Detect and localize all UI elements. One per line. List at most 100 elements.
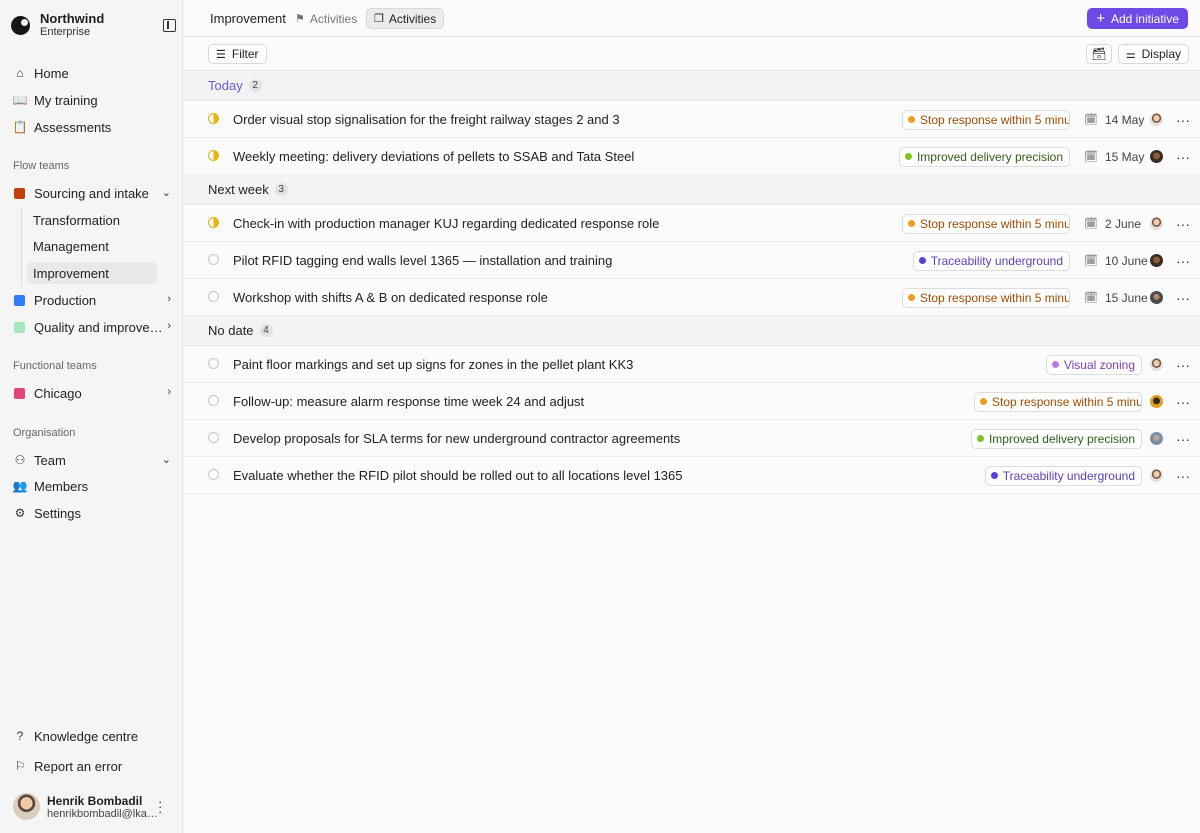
sidebar-item-team[interactable]: ⚇ Team ⌄ [13,449,173,471]
initiative-tag[interactable]: Stop response within 5 minutes [902,213,1070,234]
avatar[interactable] [1150,358,1163,371]
add-initiative-button[interactable]: + Add initiative [1087,8,1188,29]
report-error-link[interactable]: ⚐ Report an error [13,755,173,777]
initiative-tag[interactable]: Traceability underground [912,250,1070,271]
avatar[interactable] [1150,395,1163,408]
chevron-down-icon[interactable]: ⌄ [162,453,171,466]
sidebar-item-label: Quality and improve… [34,319,163,335]
avatar[interactable] [1150,113,1163,126]
more-icon[interactable]: ··· [1176,113,1190,127]
list-item[interactable]: Pilot RFID tagging end walls level 1365 … [184,242,1200,279]
chevron-right-icon[interactable]: › [167,320,171,332]
tag-label: Improved delivery precision [916,149,1063,164]
more-icon[interactable]: ··· [1176,358,1190,372]
initiative-tag[interactable]: Traceability underground [984,465,1142,486]
avatar[interactable] [1150,432,1163,445]
user-menu-kebab-icon[interactable]: · · · [158,795,162,818]
filter-button[interactable]: ☰ Filter [208,44,267,64]
chevron-right-icon[interactable]: › [167,293,171,305]
tag-label: Traceability underground [930,253,1063,268]
due-date-label: 2 June [1104,216,1141,231]
avatar[interactable] [1150,291,1163,304]
more-icon[interactable]: ··· [1176,432,1190,446]
list-item[interactable]: Check-in with production manager KUJ reg… [184,205,1200,242]
more-icon[interactable]: ··· [1176,254,1190,268]
sidebar-item-members[interactable]: 👥 Members [13,475,173,497]
sidebar-item-transformation[interactable]: Transformation [27,209,157,231]
status-todo-icon[interactable] [208,432,219,443]
item-title: Weekly meeting: delivery deviations of p… [233,148,635,164]
sidebar-item-production[interactable]: Production › [13,289,173,311]
filter-icon: ☰ [216,48,226,61]
more-icon[interactable]: ··· [1176,150,1190,164]
team-color-swatch [14,187,25,199]
group-header-next-week[interactable]: Next week 3 [184,175,1200,205]
more-icon[interactable]: ··· [1176,469,1190,483]
sidebar-item-management[interactable]: Management [27,235,157,257]
more-icon[interactable]: ··· [1176,291,1190,305]
sliders-icon: ⚌ [1125,48,1136,61]
initiative-tag[interactable]: Stop response within 5 minutes [974,391,1142,412]
calendar-icon: 🗓 [1084,255,1098,267]
due-date[interactable]: 🗓 10 June [1084,254,1148,268]
initiative-tag[interactable]: Visual zoning [1045,354,1142,375]
workspace-switcher[interactable]: Northwind Enterprise [11,12,104,39]
list-item[interactable]: Weekly meeting: delivery deviations of p… [184,138,1200,175]
avatar[interactable] [1150,217,1163,230]
chevron-down-icon[interactable]: ⌄ [162,186,171,199]
status-todo-icon[interactable] [208,469,219,480]
nav-training-label: My training [34,92,98,108]
sidebar-item-chicago[interactable]: Chicago › [13,382,173,404]
tag-dot-icon [908,220,915,227]
display-button[interactable]: ⚌ Display [1117,44,1189,64]
due-date[interactable]: 🗓 14 May [1084,113,1144,127]
status-todo-icon[interactable] [208,291,219,302]
nav-home[interactable]: ⌂ Home [13,62,173,84]
sidebar-item-label: Chicago [34,385,82,401]
breadcrumb[interactable]: Improvement [210,11,286,26]
tab-activities-flag[interactable]: ⚑ Activities [288,8,364,29]
group-header-no-date[interactable]: No date 4 [184,316,1200,346]
archive-button[interactable]: 🗃 [1086,44,1112,64]
chevron-right-icon[interactable]: › [167,386,171,398]
group-header-today[interactable]: Today 2 [184,71,1200,101]
more-icon[interactable]: ··· [1176,217,1190,231]
nav-my-training[interactable]: 📖 My training [13,89,173,111]
due-date[interactable]: 🗓 15 June [1084,291,1148,305]
sidebar-item-improvement[interactable]: Improvement [27,262,157,284]
due-date[interactable]: 🗓 2 June [1084,217,1142,231]
initiative-tag[interactable]: Improved delivery precision [898,146,1070,167]
initiative-tag[interactable]: Stop response within 5 minutes [902,109,1070,130]
sidebar-toggle-icon[interactable] [163,19,176,32]
avatar[interactable] [1150,150,1163,163]
status-todo-icon[interactable] [208,254,219,265]
nav-assessments[interactable]: 📋 Assessments [13,116,173,138]
list-item[interactable]: Develop proposals for SLA terms for new … [184,420,1200,457]
more-icon[interactable]: ··· [1176,395,1190,409]
status-in-progress-icon[interactable] [208,113,219,124]
sidebar-item-label: Production [34,292,97,308]
list-item[interactable]: Workshop with shifts A & B on dedicated … [184,279,1200,316]
status-todo-icon[interactable] [208,395,219,406]
sidebar-item-settings[interactable]: ⚙ Settings [13,502,173,524]
avatar[interactable] [1150,254,1163,267]
status-in-progress-icon[interactable] [208,150,219,161]
tab-activities[interactable]: ❐ Activities [366,8,445,29]
status-in-progress-icon[interactable] [208,217,219,228]
initiative-tag[interactable]: Stop response within 5 minutes [902,287,1070,308]
list-item[interactable]: Order visual stop signalisation for the … [184,101,1200,138]
initiative-tag[interactable]: Improved delivery precision [970,428,1142,449]
team-color-swatch [14,387,25,399]
list-item[interactable]: Paint floor markings and set up signs fo… [184,346,1200,383]
due-date[interactable]: 🗓 15 May [1084,150,1144,164]
list-item[interactable]: Follow-up: measure alarm response time w… [184,383,1200,420]
user-profile[interactable]: Henrik Bombadil henrikbombadil@lka… [13,793,158,820]
list-item[interactable]: Evaluate whether the RFID pilot should b… [184,457,1200,494]
status-todo-icon[interactable] [208,358,219,369]
tag-dot-icon [1051,361,1059,368]
avatar[interactable] [1150,469,1163,482]
user-email: henrikbombadil@lka… [47,807,158,820]
sidebar-item-sourcing[interactable]: Sourcing and intake ⌄ [13,182,173,204]
sidebar-item-quality[interactable]: Quality and improve… › [13,316,173,338]
knowledge-centre-link[interactable]: ? Knowledge centre [13,725,173,747]
